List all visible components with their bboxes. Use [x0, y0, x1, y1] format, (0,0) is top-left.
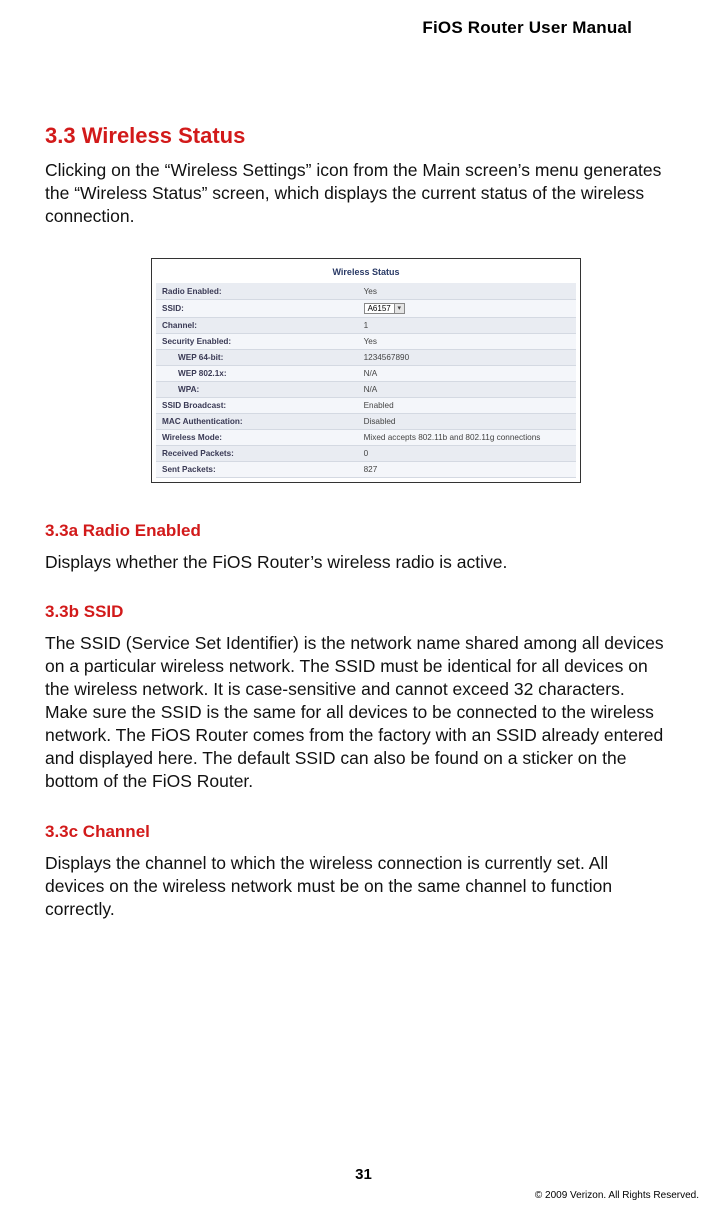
wireless-status-screenshot: Wireless Status Radio Enabled:YesSSID:A6… [151, 258, 581, 483]
row-label: Sent Packets: [156, 461, 358, 477]
row-value: Yes [358, 283, 576, 299]
figure-container: Wireless Status Radio Enabled:YesSSID:A6… [45, 258, 687, 483]
table-row: Channel:1 [156, 317, 576, 333]
row-value: Yes [358, 333, 576, 349]
chevron-down-icon[interactable]: ▾ [394, 303, 405, 314]
row-label: MAC Authentication: [156, 413, 358, 429]
row-label: WEP 64-bit: [156, 349, 358, 365]
ssid-select[interactable]: A6157 [364, 303, 395, 314]
table-row: Sent Packets:827 [156, 461, 576, 477]
subtext-a: Displays whether the FiOS Router’s wirel… [45, 551, 687, 574]
row-label: Wireless Mode: [156, 429, 358, 445]
page-number: 31 [0, 1166, 727, 1183]
copyright: © 2009 Verizon. All Rights Reserved. [535, 1190, 699, 1201]
row-value: Enabled [358, 397, 576, 413]
row-value: Disabled [358, 413, 576, 429]
table-row: WPA:N/A [156, 381, 576, 397]
subheading-b: 3.3b SSID [45, 602, 687, 622]
row-label: Radio Enabled: [156, 283, 358, 299]
figure-title: Wireless Status [156, 263, 576, 283]
row-value: N/A [358, 381, 576, 397]
table-row: Security Enabled:Yes [156, 333, 576, 349]
page-header: FiOS Router User Manual [45, 18, 687, 38]
table-row: Received Packets:0 [156, 445, 576, 461]
row-value: Mixed accepts 802.11b and 802.11g connec… [358, 429, 576, 445]
table-row: Radio Enabled:Yes [156, 283, 576, 299]
table-row: WEP 802.1x:N/A [156, 365, 576, 381]
row-value: 827 [358, 461, 576, 477]
row-label: Channel: [156, 317, 358, 333]
row-label: Security Enabled: [156, 333, 358, 349]
subtext-c: Displays the channel to which the wirele… [45, 852, 687, 921]
row-value: 1234567890 [358, 349, 576, 365]
row-label: SSID Broadcast: [156, 397, 358, 413]
wireless-status-table: Radio Enabled:YesSSID:A6157▾Channel:1Sec… [156, 283, 576, 478]
row-value: N/A [358, 365, 576, 381]
row-value: A6157▾ [358, 299, 576, 317]
row-label: SSID: [156, 299, 358, 317]
section-heading: 3.3 Wireless Status [45, 123, 687, 149]
subtext-b: The SSID (Service Set Identifier) is the… [45, 632, 687, 794]
row-value: 0 [358, 445, 576, 461]
subheading-a: 3.3a Radio Enabled [45, 521, 687, 541]
table-row: SSID:A6157▾ [156, 299, 576, 317]
row-value: 1 [358, 317, 576, 333]
subheading-c: 3.3c Channel [45, 822, 687, 842]
section-intro: Clicking on the “Wireless Settings” icon… [45, 159, 687, 228]
row-label: WPA: [156, 381, 358, 397]
table-row: MAC Authentication:Disabled [156, 413, 576, 429]
table-row: Wireless Mode:Mixed accepts 802.11b and … [156, 429, 576, 445]
table-row: WEP 64-bit:1234567890 [156, 349, 576, 365]
row-label: Received Packets: [156, 445, 358, 461]
table-row: SSID Broadcast:Enabled [156, 397, 576, 413]
row-label: WEP 802.1x: [156, 365, 358, 381]
